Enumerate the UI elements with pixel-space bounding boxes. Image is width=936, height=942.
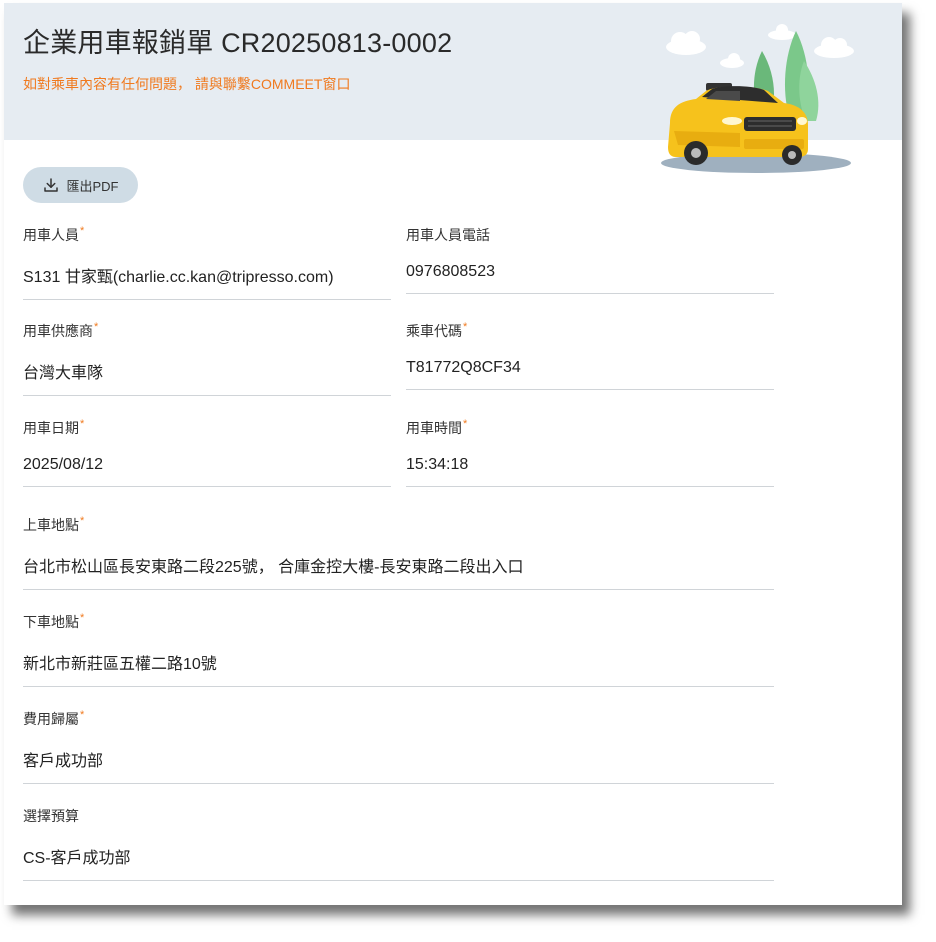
required-mark: * [80,225,85,237]
field-label: 用車時間 [406,420,462,436]
vendor-value: 台灣大車隊 [23,359,391,396]
field-label: 上車地點 [23,517,79,533]
field-label: 乘車代碼 [406,323,462,339]
required-mark: * [94,321,99,333]
field-time[interactable]: 用車時間* 15:34:18 [406,418,774,487]
dropoff-value: 新北市新莊區五權二路10號 [23,650,774,687]
required-mark: * [80,612,85,624]
budget-value: CS-客戶成功部 [23,844,774,881]
field-passenger[interactable]: 用車人員* S131 甘家甄(charlie.cc.kan@tripresso.… [23,225,391,300]
required-mark: * [80,418,85,430]
required-mark: * [463,418,468,430]
field-ride-code[interactable]: 乘車代碼* T81772Q8CF34 [406,321,774,390]
date-value: 2025/08/12 [23,456,391,487]
cost-center-value: 客戶成功部 [23,747,774,784]
passenger-phone-value: 0976808523 [406,263,774,294]
contact-notice: 如對乘車內容有任何問題， 請與聯繫COMMEET窗口 [23,76,351,92]
field-vendor[interactable]: 用車供應商* 台灣大車隊 [23,321,391,396]
field-label: 用車人員電話 [406,227,490,243]
field-label: 用車人員 [23,227,79,243]
field-date[interactable]: 用車日期* 2025/08/12 [23,418,391,487]
field-label: 用車日期 [23,420,79,436]
field-pickup[interactable]: 上車地點* 台北市松山區長安東路二段225號， 合庫金控大樓-長安東路二段出入口 [23,515,774,590]
form-header: 企業用車報銷單 CR20250813-0002 如對乘車內容有任何問題， 請與聯… [4,3,902,173]
field-label: 費用歸屬 [23,711,79,727]
reimbursement-form-card: 企業用車報銷單 CR20250813-0002 如對乘車內容有任何問題， 請與聯… [4,3,902,905]
pickup-value: 台北市松山區長安東路二段225號， 合庫金控大樓-長安東路二段出入口 [23,553,774,590]
field-label: 用車供應商 [23,323,93,339]
field-passenger-phone[interactable]: 用車人員電話 0976808523 [406,225,774,294]
required-mark: * [463,321,468,333]
page-title: 企業用車報銷單 CR20250813-0002 [23,28,453,58]
field-dropoff[interactable]: 下車地點* 新北市新莊區五權二路10號 [23,612,774,687]
required-mark: * [80,709,85,721]
download-icon [44,178,59,192]
ride-code-value: T81772Q8CF34 [406,359,774,390]
field-budget[interactable]: 選擇預算 CS-客戶成功部 [23,806,774,881]
required-mark: * [80,515,85,527]
field-cost-center[interactable]: 費用歸屬* 客戶成功部 [23,709,774,784]
field-label: 下車地點 [23,614,79,630]
field-label: 選擇預算 [23,808,79,824]
passenger-value: S131 甘家甄(charlie.cc.kan@tripresso.com) [23,263,391,300]
time-value: 15:34:18 [406,456,774,487]
export-pdf-label: 匯出PDF [66,178,119,194]
taxi-illustration [661,24,854,173]
export-pdf-button[interactable]: 匯出PDF [23,167,138,203]
